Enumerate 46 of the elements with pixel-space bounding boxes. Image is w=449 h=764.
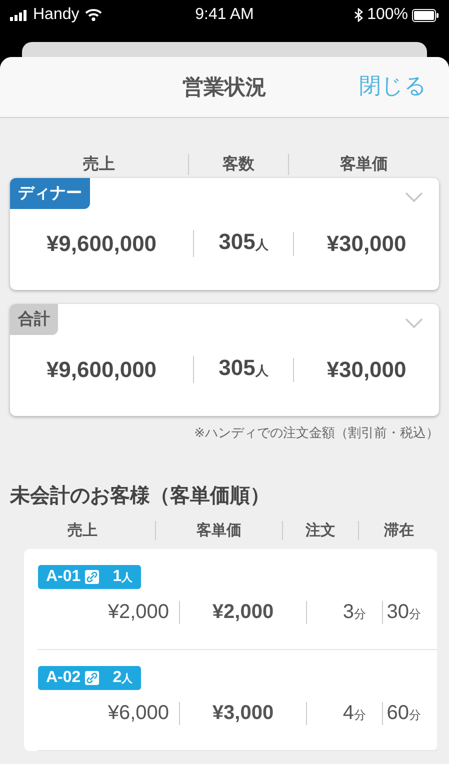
- battery-icon: [412, 8, 439, 22]
- order-time: 4分: [306, 702, 382, 724]
- people-count: 1人: [112, 568, 133, 586]
- summary-card[interactable]: ディナー ¥9,600,000 305人 ¥30,000: [10, 178, 439, 290]
- table-number: A-01: [46, 568, 81, 586]
- category-tag: ディナー: [10, 178, 90, 209]
- guest-count: 305人: [193, 230, 293, 257]
- table-number: A-02: [46, 669, 81, 687]
- per-guest-value: ¥2,000: [179, 600, 306, 624]
- chevron-down-icon[interactable]: [405, 192, 423, 202]
- per-guest-value: ¥30,000: [293, 358, 439, 382]
- guest-count: 305人: [193, 356, 293, 383]
- close-button[interactable]: 閉じる: [359, 71, 427, 101]
- carrier-name: Handy: [33, 6, 80, 24]
- bluetooth-icon: [354, 8, 364, 22]
- sales-value: ¥6,000: [106, 702, 170, 724]
- sales-value: ¥2,000: [106, 600, 170, 624]
- clock-time: 9:41 AM: [195, 6, 254, 24]
- category-tag: 合計: [10, 304, 58, 335]
- link-icon: [84, 671, 99, 685]
- section-title: 未会計のお客様（客単価順）: [10, 484, 271, 509]
- per-guest-value: ¥30,000: [293, 232, 439, 256]
- sales-value: ¥9,600,000: [45, 232, 158, 256]
- column-header: 売上: [66, 520, 98, 540]
- signal-icon: [10, 10, 27, 20]
- stay-time: 60分: [382, 702, 437, 724]
- wifi-icon: [85, 9, 102, 21]
- summary-card[interactable]: 合計 ¥9,600,000 305人 ¥30,000: [10, 304, 439, 416]
- sales-value: ¥9,600,000: [45, 358, 158, 382]
- footnote: ※ハンディでの注文金額（割引前・税込）: [193, 424, 439, 442]
- battery-percent: 100%: [367, 6, 408, 24]
- stay-time: 30分: [382, 600, 437, 624]
- table-tag[interactable]: A-01 1人: [38, 565, 141, 589]
- chevron-down-icon[interactable]: [405, 318, 423, 328]
- table-tag[interactable]: A-02 2人: [38, 666, 141, 690]
- column-header: 注文: [282, 520, 358, 540]
- column-header: 客単価: [155, 520, 282, 540]
- order-time: 3分: [306, 600, 382, 624]
- people-count: 2人: [112, 669, 133, 687]
- column-header: 客単価: [288, 154, 439, 174]
- column-header: 滞在: [358, 520, 439, 540]
- link-icon: [84, 570, 99, 584]
- sheet-title: 営業状況: [182, 75, 266, 101]
- column-header: 客数: [188, 154, 288, 174]
- column-header: 売上: [82, 154, 116, 174]
- per-guest-value: ¥3,000: [179, 702, 306, 724]
